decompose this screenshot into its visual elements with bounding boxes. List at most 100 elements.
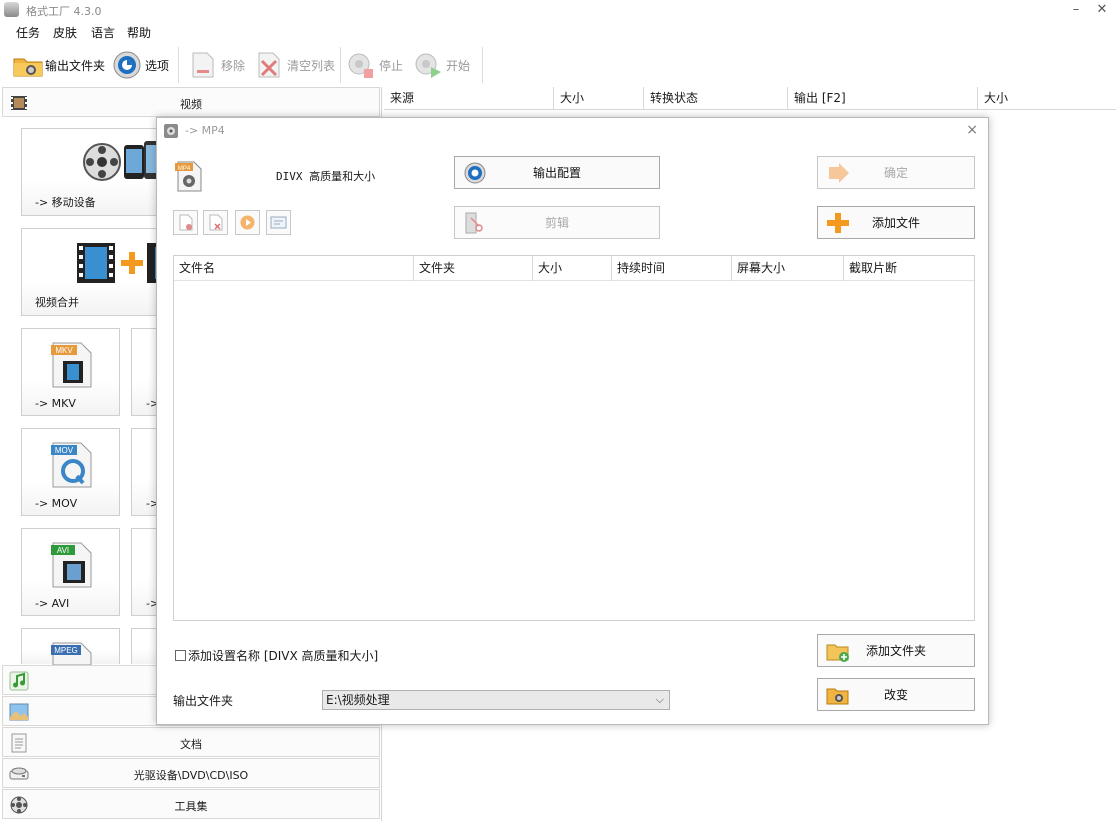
menu-task[interactable]: 任务 — [16, 24, 40, 41]
column-screen-size[interactable]: 屏幕大小 — [732, 256, 844, 281]
scissors-icon — [465, 212, 483, 234]
dialog-title: -> MP4 — [185, 124, 225, 137]
output-folder-label: 输出文件夹 — [173, 694, 234, 708]
options-button[interactable]: 选项 — [112, 49, 169, 81]
change-button[interactable]: 改变 — [817, 678, 975, 711]
menu-skin[interactable]: 皮肤 — [53, 24, 77, 41]
column-duration[interactable]: 持续时间 — [612, 256, 732, 281]
clear-icon — [254, 50, 284, 80]
mkv-badge: MKV — [55, 346, 73, 355]
output-config-label: 输出配置 — [532, 166, 581, 180]
category-document-label: 文档 — [180, 738, 202, 751]
stop-label: 停止 — [379, 58, 404, 73]
mobile-device-icon — [83, 141, 162, 181]
column-size[interactable]: 大小 — [554, 87, 644, 110]
start-label: 开始 — [446, 58, 471, 73]
tile-mkv-label: -> MKV — [35, 397, 76, 410]
toolbar-divider — [340, 47, 341, 83]
toolbar: 输出文件夹 选项 移除 清空列表 停止 开始 — [0, 43, 1116, 87]
tile-mpeg[interactable]: MPEG — [21, 628, 120, 665]
mp4-badge: MP4 — [178, 166, 191, 172]
tile-avi-label: -> AVI — [35, 597, 70, 610]
output-folder-value: E:\视频处理 — [326, 693, 390, 707]
change-label: 改变 — [883, 688, 908, 702]
remove-label: 移除 — [221, 58, 246, 73]
column-clip-range[interactable]: 截取片断 — [844, 256, 974, 281]
tile-mkv[interactable]: MKV -> MKV — [21, 328, 120, 416]
plus-icon — [827, 213, 849, 233]
image-icon — [9, 702, 29, 722]
gear-icon — [464, 162, 486, 184]
dialog-close-button[interactable]: × — [966, 122, 978, 138]
clear-items-button[interactable] — [203, 210, 228, 235]
tile-merge-label: 视频合并 — [35, 296, 79, 309]
start-icon — [413, 50, 443, 80]
play-button[interactable] — [235, 210, 260, 235]
category-tools[interactable]: 工具集 — [2, 789, 380, 819]
chevron-down-icon: ⌵ — [655, 693, 664, 706]
title-bar: 格式工厂 4.3.0 – ✕ — [0, 0, 1116, 20]
remove-button[interactable]: 移除 — [188, 49, 245, 81]
mkv-file-icon: MKV — [51, 342, 92, 388]
convert-dialog: -> MP4 × MP4 DIVX 高质量和大小 输出配置 确定 剪辑 添加文件… — [156, 117, 989, 725]
tile-mov[interactable]: MOV -> MOV — [21, 428, 120, 516]
tile-mov-label: -> MOV — [35, 497, 78, 510]
clip-label: 剪辑 — [544, 216, 569, 230]
file-table: 文件名 文件夹 大小 持续时间 屏幕大小 截取片断 — [173, 255, 975, 621]
avi-badge: AVI — [57, 546, 69, 555]
clear-list-label: 清空列表 — [287, 58, 336, 73]
remove-item-button[interactable] — [173, 210, 198, 235]
remove-file-icon — [179, 214, 193, 231]
category-disc[interactable]: 光驱设备\DVD\CD\ISO — [2, 758, 380, 788]
clear-file-icon — [209, 214, 223, 231]
avi-file-icon: AVI — [51, 542, 92, 588]
add-folder-label: 添加文件夹 — [865, 644, 926, 658]
column-folder[interactable]: 文件夹 — [414, 256, 533, 281]
add-folder-button[interactable]: 添加文件夹 — [817, 634, 975, 667]
category-disc-label: 光驱设备\DVD\CD\ISO — [133, 769, 249, 782]
category-document[interactable]: 文档 — [2, 727, 380, 757]
category-video[interactable]: 视频 — [2, 87, 380, 117]
clip-button[interactable]: 剪辑 — [454, 206, 660, 239]
task-list-header: 来源 大小 转换状态 输出 [F2] 大小 — [384, 87, 1116, 110]
add-setting-name-checkbox[interactable] — [175, 650, 186, 661]
menu-help[interactable]: 帮助 — [127, 24, 151, 41]
mov-badge: MOV — [55, 446, 74, 455]
add-folder-icon — [826, 644, 849, 662]
column-status[interactable]: 转换状态 — [644, 87, 788, 110]
stop-icon — [346, 50, 376, 80]
mp4-file-icon: MP4 — [175, 161, 202, 192]
add-setting-name-option[interactable]: 添加设置名称 [DIVX 高质量和大小] — [175, 647, 378, 664]
output-folder-select[interactable]: E:\视频处理 ⌵ — [322, 690, 670, 710]
column-filename[interactable]: 文件名 — [174, 256, 414, 281]
start-button[interactable]: 开始 — [413, 49, 470, 81]
column-source[interactable]: 来源 — [384, 87, 554, 110]
confirm-label: 确定 — [883, 166, 908, 180]
tile-avi[interactable]: AVI -> AVI — [21, 528, 120, 616]
confirm-button[interactable]: 确定 — [817, 156, 975, 189]
info-button[interactable] — [266, 210, 291, 235]
output-folder-button[interactable]: 输出文件夹 — [12, 49, 105, 81]
add-file-button[interactable]: 添加文件 — [817, 206, 975, 239]
folder-icon — [826, 688, 849, 705]
close-window-button[interactable]: ✕ — [1092, 1, 1112, 19]
menu-language[interactable]: 语言 — [91, 24, 115, 41]
clear-list-button[interactable]: 清空列表 — [254, 49, 335, 81]
toolbar-divider — [178, 47, 179, 83]
column-output[interactable]: 输出 [F2] — [788, 87, 978, 110]
play-icon — [240, 215, 255, 230]
minimize-button[interactable]: – — [1066, 1, 1086, 19]
folder-icon — [12, 50, 43, 80]
music-icon — [9, 671, 29, 691]
column-output-size[interactable]: 大小 — [978, 87, 1116, 110]
category-tools-label: 工具集 — [174, 800, 208, 813]
mpeg-file-icon: MPEG — [51, 642, 92, 665]
tile-mobile-label: -> 移动设备 — [35, 196, 96, 209]
options-label: 选项 — [145, 58, 170, 73]
output-config-button[interactable]: 输出配置 — [454, 156, 660, 189]
column-file-size[interactable]: 大小 — [533, 256, 612, 281]
menu-bar: 任务 皮肤 语言 帮助 — [0, 21, 1116, 42]
window-title: 格式工厂 4.3.0 — [26, 5, 102, 18]
stop-button[interactable]: 停止 — [346, 49, 403, 81]
add-setting-name-label: 添加设置名称 [DIVX 高质量和大小] — [188, 649, 379, 663]
